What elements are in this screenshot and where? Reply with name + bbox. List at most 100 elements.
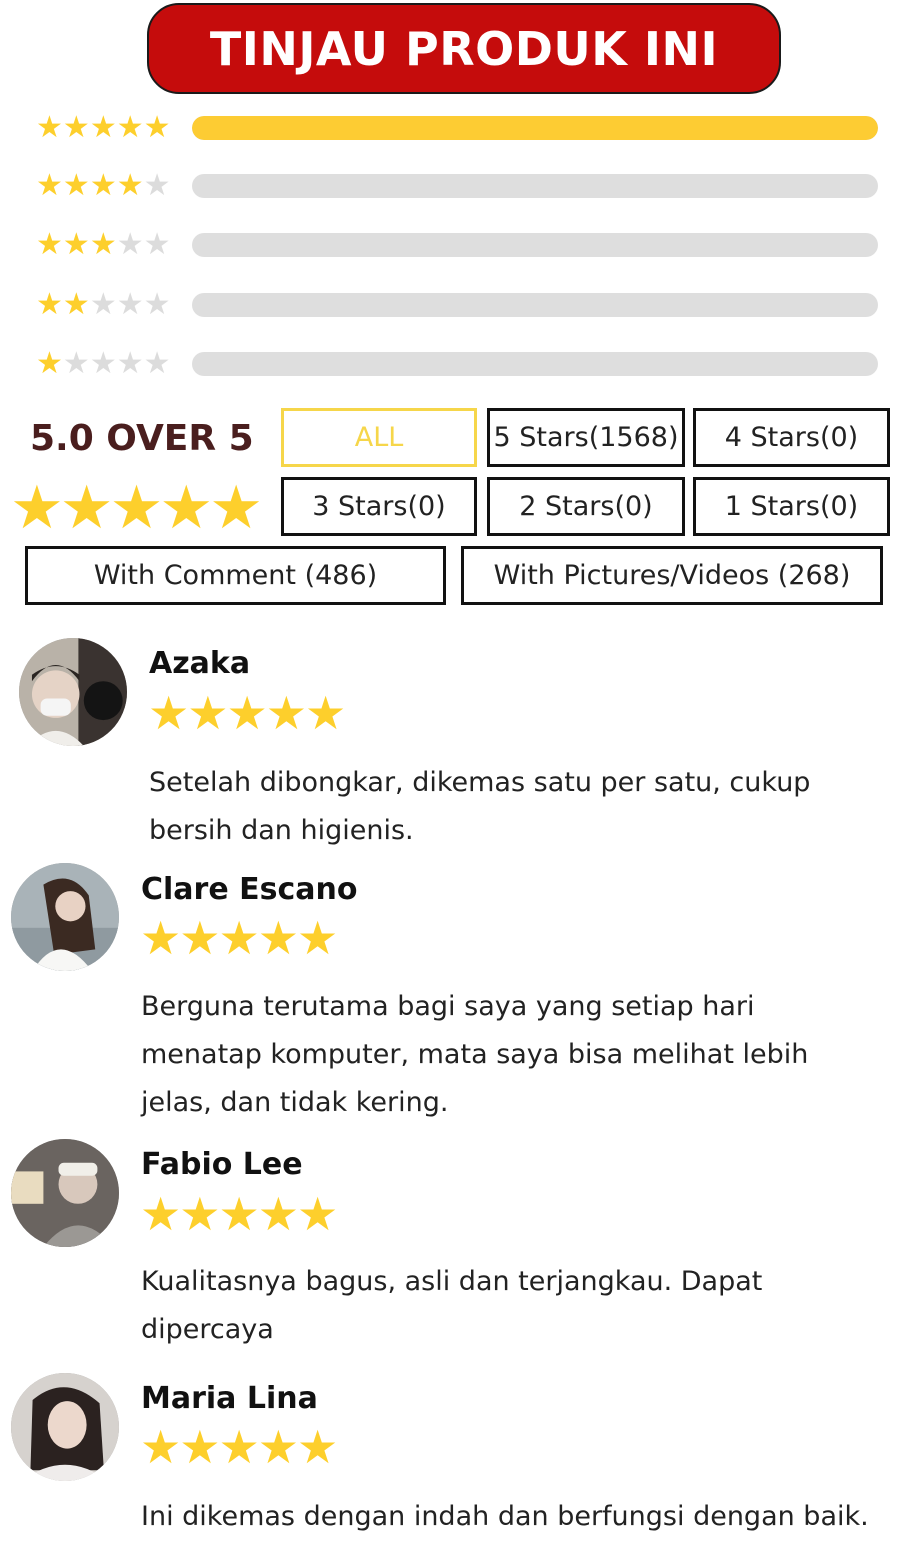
star-icon: ★: [36, 288, 63, 321]
five-star-icons: ★ ★ ★ ★ ★: [36, 113, 186, 143]
review-text: Berguna terutama bagi saya yang setiap h…: [141, 983, 881, 1127]
star-icon: ★: [62, 228, 90, 261]
star-icon: ★: [257, 1188, 299, 1240]
star-icon: ★: [89, 228, 117, 261]
review-text: Setelah dibongkar, dikemas satu per satu…: [149, 759, 889, 855]
star-icon: ★: [218, 1421, 260, 1473]
user-avatar-icon: [11, 1139, 119, 1247]
review-stars: ★ ★ ★ ★ ★: [140, 912, 338, 964]
star-icon: ★: [297, 1421, 338, 1473]
star-icon: ★: [187, 687, 228, 739]
two-star-icons: ★ ★ ★ ★ ★: [36, 290, 186, 320]
star-empty-icon: ★: [143, 288, 171, 321]
avatar: [19, 638, 127, 746]
average-score: 5.0 OVER 5: [30, 418, 254, 459]
star-icon: ★: [179, 1421, 220, 1473]
star-icon: ★: [89, 169, 117, 202]
rating-row-1[interactable]: ★ ★ ★ ★ ★: [36, 347, 878, 381]
rating-row-2[interactable]: ★ ★ ★ ★ ★: [36, 288, 878, 322]
star-empty-icon: ★: [116, 228, 144, 261]
rating-bar-track: [192, 116, 878, 140]
rating-bar-track: [192, 174, 878, 198]
user-avatar-icon: [11, 1373, 119, 1481]
one-star-icons: ★ ★ ★ ★ ★: [36, 349, 186, 379]
star-icon: ★: [148, 687, 189, 739]
star-icon: ★: [89, 111, 117, 144]
star-empty-icon: ★: [143, 169, 171, 202]
star-icon: ★: [297, 912, 338, 964]
star-icon: ★: [36, 169, 63, 202]
star-icon: ★: [62, 288, 90, 321]
star-icon: ★: [265, 687, 307, 739]
star-empty-icon: ★: [89, 347, 117, 380]
star-icon: ★: [218, 912, 260, 964]
reviewer-name: Maria Lina: [141, 1381, 318, 1416]
star-icon: ★: [179, 912, 220, 964]
review-stars: ★ ★ ★ ★ ★: [140, 1421, 338, 1473]
filter-with-media-button[interactable]: With Pictures/Videos (268): [461, 546, 883, 605]
filter-all-button[interactable]: ALL: [281, 408, 477, 467]
avatar: [11, 1139, 119, 1247]
star-icon: ★: [140, 912, 181, 964]
star-icon: ★: [159, 474, 213, 541]
review-stars: ★ ★ ★ ★ ★: [140, 1188, 338, 1240]
star-icon: ★: [36, 111, 63, 144]
four-star-icons: ★ ★ ★ ★ ★: [36, 171, 186, 201]
star-empty-icon: ★: [116, 288, 144, 321]
review-stars: ★ ★ ★ ★ ★: [148, 687, 346, 739]
avatar: [11, 863, 119, 971]
star-empty-icon: ★: [89, 288, 117, 321]
star-icon: ★: [257, 912, 299, 964]
review-text-line: bersih dan higienis.: [149, 815, 414, 846]
star-icon: ★: [226, 687, 268, 739]
star-icon: ★: [140, 1421, 181, 1473]
star-icon: ★: [218, 1188, 260, 1240]
rating-bar-track: [192, 352, 878, 376]
user-avatar-icon: [11, 863, 119, 971]
star-empty-icon: ★: [143, 228, 171, 261]
review-text-line: jelas, dan tidak kering.: [141, 1087, 449, 1118]
star-empty-icon: ★: [116, 347, 144, 380]
star-icon: ★: [109, 474, 164, 541]
review-text-line: Setelah dibongkar, dikemas satu per satu…: [149, 767, 811, 798]
star-empty-icon: ★: [62, 347, 90, 380]
star-icon: ★: [140, 1188, 181, 1240]
reviewer-name: Fabio Lee: [141, 1147, 303, 1182]
star-icon: ★: [116, 111, 144, 144]
rating-bar-track: [192, 233, 878, 257]
star-icon: ★: [297, 1188, 338, 1240]
rating-row-5[interactable]: ★ ★ ★ ★ ★: [36, 111, 878, 145]
star-icon: ★: [36, 228, 63, 261]
filter-4-stars-button[interactable]: 4 Stars(0): [693, 408, 890, 467]
star-icon: ★: [36, 347, 63, 380]
review-text-line: Kualitasnya bagus, asli dan terjangkau. …: [141, 1266, 763, 1297]
review-text-line: menatap komputer, mata saya bisa melihat…: [141, 1039, 809, 1070]
rating-row-4[interactable]: ★ ★ ★ ★ ★: [36, 169, 878, 203]
star-icon: ★: [143, 111, 171, 144]
rating-row-3[interactable]: ★ ★ ★ ★ ★: [36, 228, 878, 262]
review-text: Ini dikemas dengan indah dan berfungsi d…: [141, 1493, 901, 1541]
rating-bar-fill: [192, 116, 878, 140]
rating-bar-track: [192, 293, 878, 317]
review-text-line: dipercaya: [141, 1314, 274, 1345]
reviewer-name: Clare Escano: [141, 872, 358, 907]
filter-2-stars-button[interactable]: 2 Stars(0): [487, 477, 685, 536]
star-icon: ★: [179, 1188, 220, 1240]
filter-with-comment-button[interactable]: With Comment (486): [25, 546, 446, 605]
title-banner: TINJAU PRODUK INI: [147, 3, 781, 94]
review-text-line: Ini dikemas dengan indah dan berfungsi d…: [141, 1501, 869, 1532]
review-text: Kualitasnya bagus, asli dan terjangkau. …: [141, 1258, 881, 1354]
star-icon: ★: [209, 474, 263, 541]
three-star-icons: ★ ★ ★ ★ ★: [36, 230, 186, 260]
star-icon: ★: [59, 474, 114, 541]
star-icon: ★: [62, 111, 90, 144]
filter-5-stars-button[interactable]: 5 Stars(1568): [487, 408, 685, 467]
star-icon: ★: [62, 169, 90, 202]
avatar: [11, 1373, 119, 1481]
star-icon: ★: [257, 1421, 299, 1473]
star-icon: ★: [305, 687, 346, 739]
filter-3-stars-button[interactable]: 3 Stars(0): [281, 477, 477, 536]
review-text-line: Berguna terutama bagi saya yang setiap h…: [141, 991, 755, 1022]
filter-1-stars-button[interactable]: 1 Stars(0): [693, 477, 890, 536]
user-avatar-icon: [19, 638, 127, 746]
